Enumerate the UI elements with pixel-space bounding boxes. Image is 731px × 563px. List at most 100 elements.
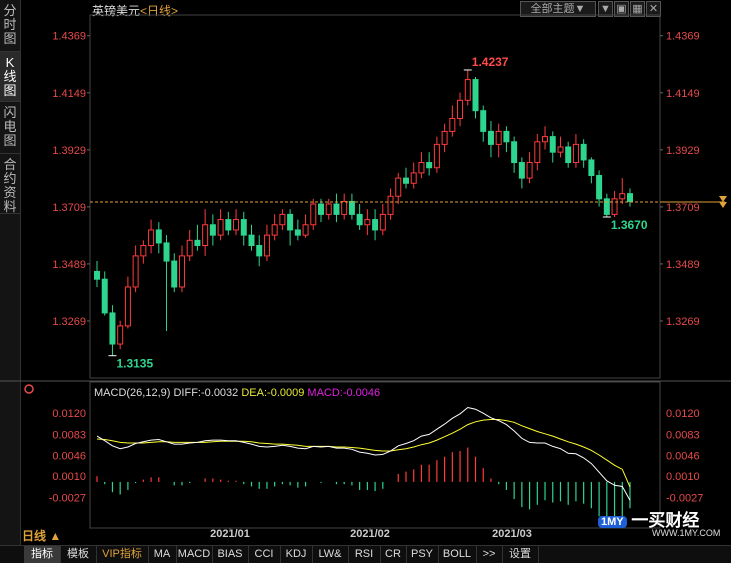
candle-body [341,200,348,215]
candle-body [163,242,170,262]
candle-body [480,110,487,132]
candle-body [472,79,479,112]
macd-legend: MACD(26,12,9) DIFF:-0.0032 DEA:-0.0009 M… [94,387,380,399]
candle-body [495,130,502,145]
candle-body [310,203,317,226]
indicator-tab-7[interactable]: KDJ [280,546,313,563]
indicator-tab-13[interactable]: >> [476,546,503,563]
candle-body [209,224,216,236]
indicator-tab-2[interactable]: VIP指标 [96,546,149,563]
indicator-tab-5[interactable]: BIAS [212,546,249,563]
candle-body [248,234,255,247]
macd-diff-label: DIFF:-0.0032 [173,387,239,399]
candle-body [356,213,363,226]
candle-body [101,278,108,314]
indicator-tab-9[interactable]: RSI [348,546,381,563]
candle-body [611,198,618,215]
macd-title: MACD(26,12,9) [94,387,171,399]
candle-body [178,255,185,288]
candle-body [503,130,510,143]
chart-canvas: 1.4369 1.4369 1.4149 1.4149 1.3929 1.3929 1.37… [0,14,731,540]
macd-tick-right: 0.0120 [666,408,700,420]
candle-body [318,203,325,215]
candle-body [287,213,294,231]
candle-body [402,177,409,184]
candle-body [596,174,603,200]
candle-body [549,136,556,153]
macd-tick-left: 0.0046 [52,451,86,463]
candle-body [294,229,301,236]
candle-body [148,229,155,247]
candle-body [464,79,471,101]
candle-body [387,195,394,215]
macd-tick-right: 0.0010 [666,471,700,483]
indicator-tab-3[interactable]: MA [148,546,177,563]
indicator-tab-14[interactable]: 设置 [502,546,539,563]
candle-body [256,245,263,257]
candle-body [194,239,201,247]
logo-badge-icon: 1MY [598,515,627,528]
candle-body [565,146,572,164]
recent-low-label: 1.3670 [611,218,648,232]
candle-body [186,239,193,257]
macd-dea-label: DEA:-0.0009 [241,387,305,399]
candle-body [325,203,332,215]
candle-body [526,162,533,179]
indicator-tab-4[interactable]: MACD [176,546,213,563]
candle-body [202,224,209,247]
price-tick-left: 1.3929 [52,145,86,157]
candle-body [333,203,340,215]
candle-body [271,224,278,236]
candle-body [487,130,494,145]
price-tick-right: 1.4149 [666,88,700,100]
candle-body [302,224,309,236]
macd-tick-left: 0.0083 [52,429,86,441]
candle-body [426,162,433,169]
candle-body [109,312,116,345]
price-tick-right: 1.4369 [666,31,700,43]
price-panel-frame [89,14,661,379]
price-tick-right: 1.3269 [666,316,700,328]
indicator-tab-12[interactable]: BOLL [438,546,477,563]
candle-body [379,213,386,231]
macd-tick-left: -0.0027 [49,492,86,504]
price-tick-left: 1.3269 [52,316,86,328]
candle-body [511,141,518,164]
macd-tick-right: -0.0027 [666,492,703,504]
indicator-tab-11[interactable]: PSY [406,546,439,563]
period-button[interactable]: 日线 ▲ [22,528,82,544]
price-tick-left: 1.4369 [52,31,86,43]
dea-line [96,419,631,488]
candle-body [418,162,425,174]
indicator-settings-icon [24,384,34,394]
diff-line [96,406,631,501]
candle-body [217,219,224,236]
indicator-toolbar: 指标 模板 VIP指标 MA MACD BIAS CCI KDJ LW& RSI CR PSY BOLL… [0,545,731,563]
candle-body [518,162,525,179]
current-price-arrow-icon [719,195,727,208]
candle-body [140,245,147,257]
candle-body [279,213,286,226]
candle-body [117,325,124,345]
candle-body [627,193,633,202]
macd-tick-left: 0.0010 [52,471,86,483]
candle-body [619,193,626,200]
macd-tick-right: 0.0083 [666,429,700,441]
price-tick-right: 1.3489 [666,259,700,271]
indicator-tab-8[interactable]: LW& [312,546,349,563]
indicator-tab-1[interactable]: 模板 [60,546,97,563]
price-tick-right: 1.3929 [666,145,700,157]
candle-body [449,117,456,132]
indicator-tab-6[interactable]: CCI [248,546,281,563]
candle-body [94,270,100,280]
candle-body [364,219,371,226]
candle-body [395,177,402,197]
indicator-tab-0[interactable]: 指标 [24,546,61,563]
high-label: 1.4237 [472,55,509,69]
candle-body [572,143,579,164]
candle-body [225,219,232,231]
indicator-tab-10[interactable]: CR [380,546,407,563]
candle-body [132,255,139,288]
price-tick-left: 1.3489 [52,259,86,271]
candle-body [603,198,610,215]
